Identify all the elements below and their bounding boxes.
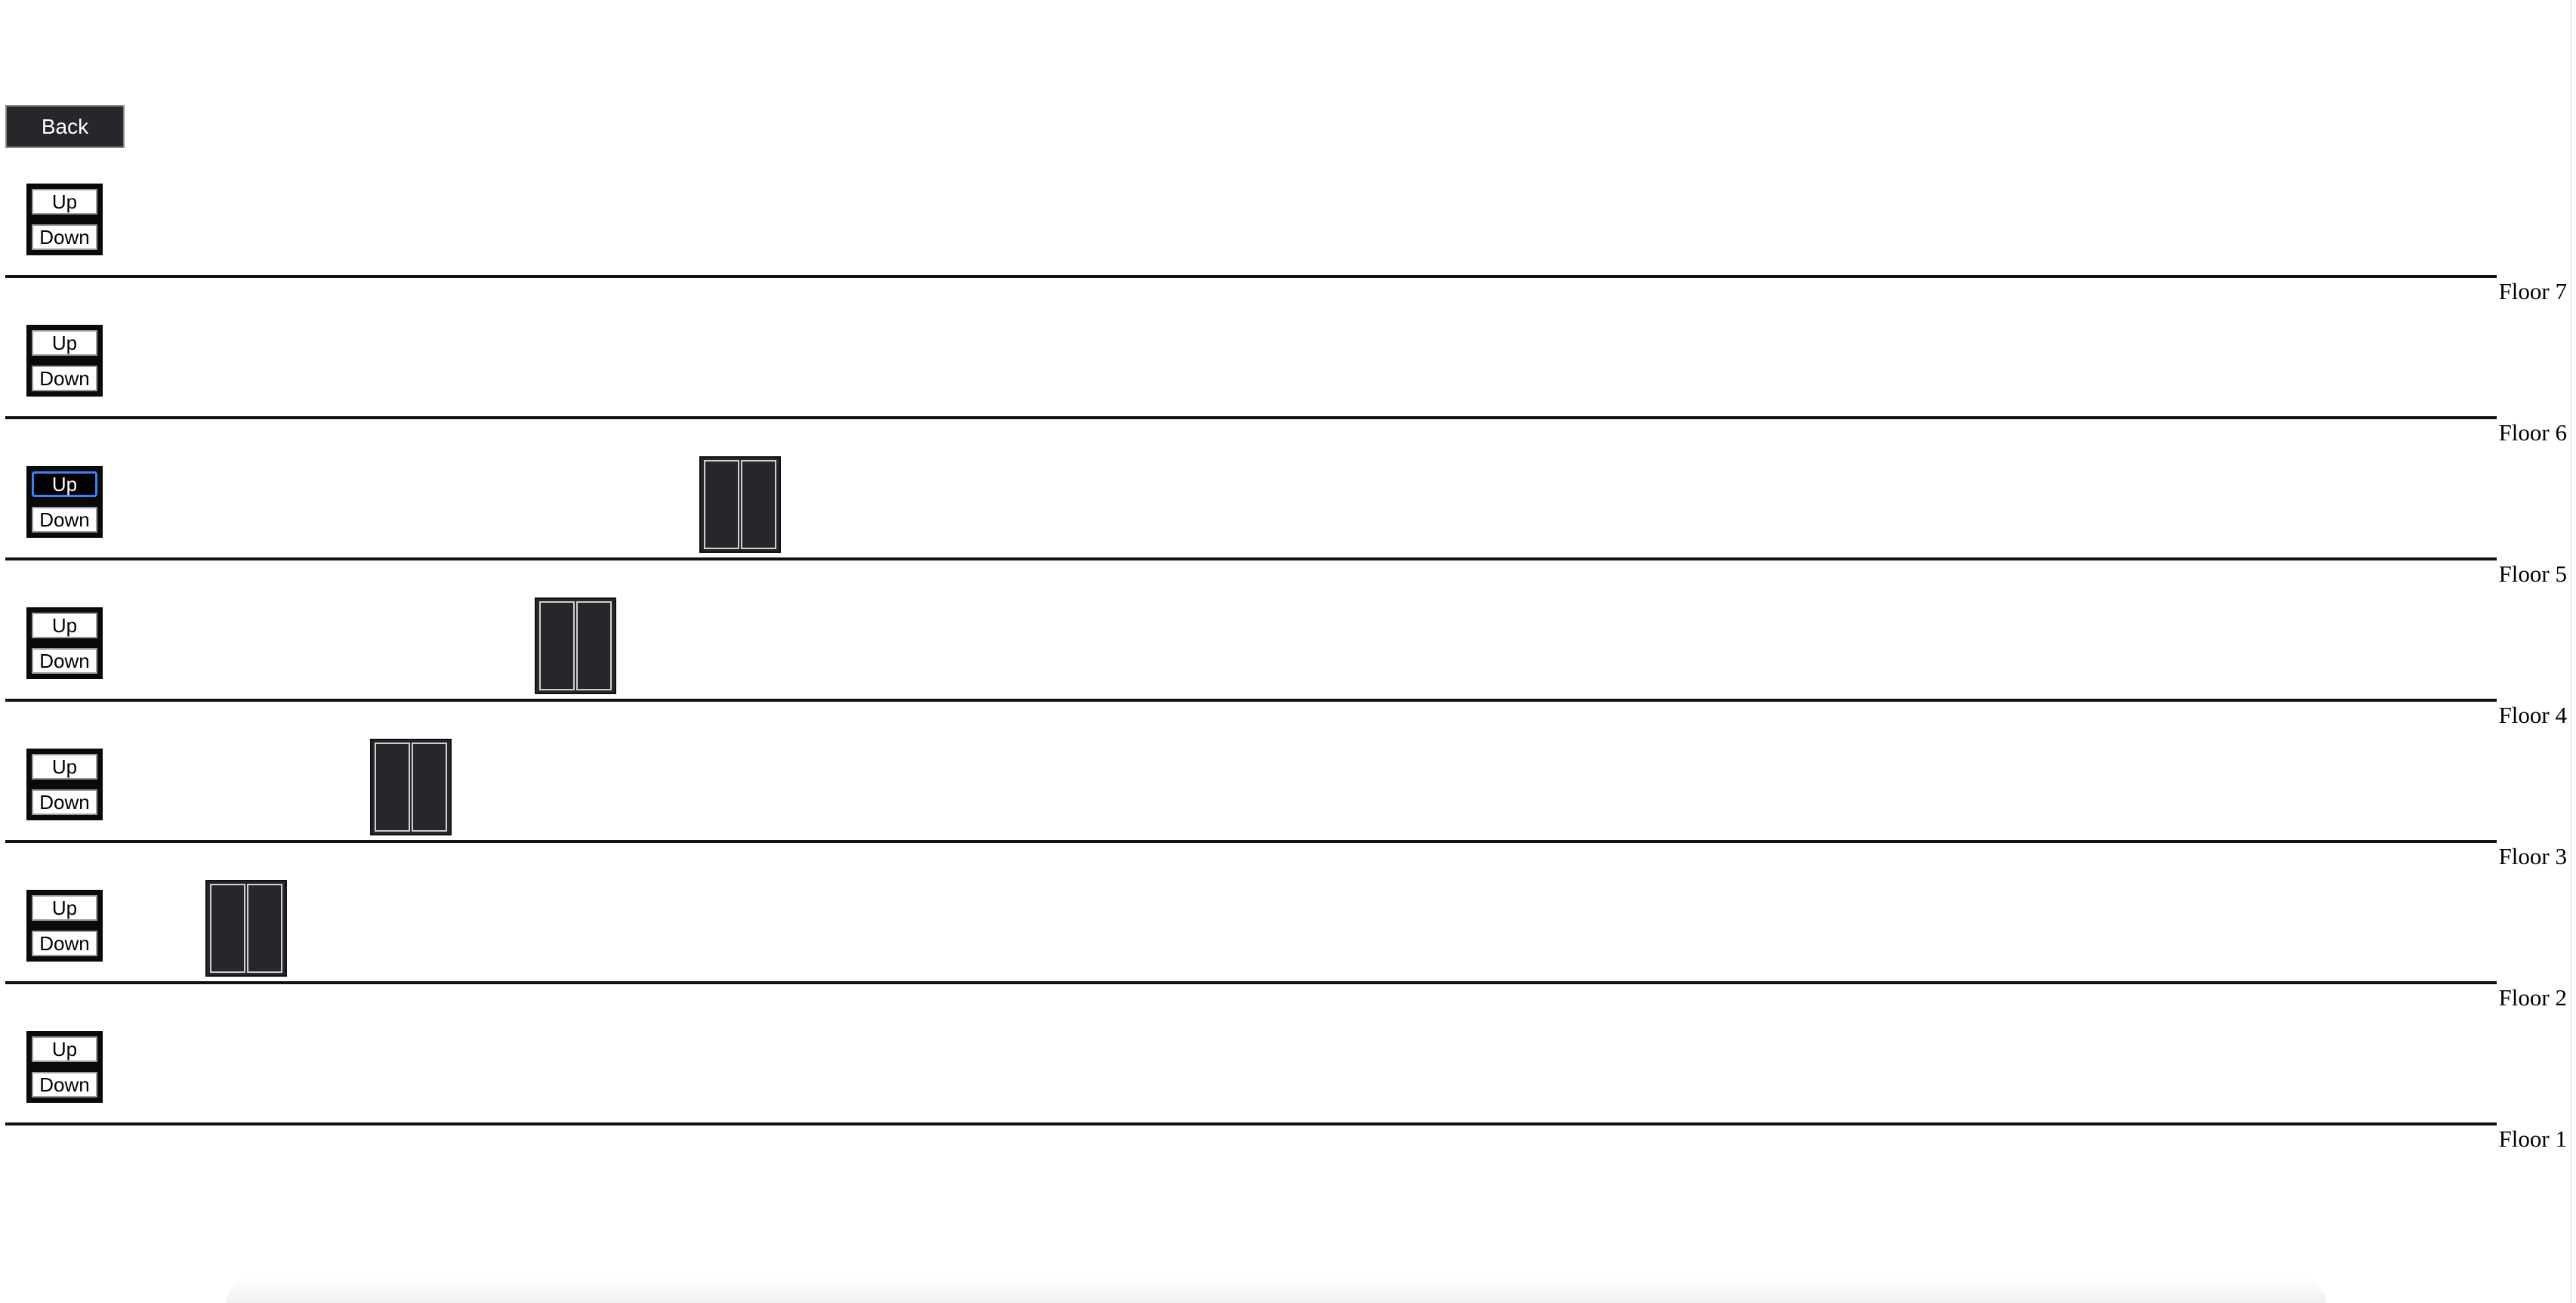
elevator-car-2: [370, 739, 452, 835]
call-up-button-floor-5[interactable]: Up: [32, 471, 97, 497]
call-panel-floor-1: Up Down: [26, 1031, 103, 1103]
call-panel-floor-7: Up Down: [26, 184, 103, 255]
elevator-car-4: [699, 456, 781, 553]
call-panel-floor-3: Up Down: [26, 749, 103, 820]
elevator-car-3: [535, 597, 616, 694]
call-up-button-floor-7[interactable]: Up: [32, 189, 97, 215]
elevator-door-left: [539, 601, 575, 690]
floor-divider-4: [5, 699, 2497, 702]
floor-divider-2: [5, 981, 2497, 984]
floor-row-5: Up Down Floor 5: [0, 426, 2576, 587]
call-up-button-floor-1[interactable]: Up: [32, 1036, 97, 1062]
elevator-door-right: [412, 743, 447, 832]
call-down-button-floor-2[interactable]: Down: [32, 931, 97, 956]
elevator-door-left: [375, 743, 410, 832]
floor-divider-1: [5, 1122, 2497, 1125]
call-up-button-floor-2[interactable]: Up: [32, 895, 97, 921]
call-up-button-floor-4[interactable]: Up: [32, 613, 97, 638]
call-panel-floor-5: Up Down: [26, 466, 103, 538]
call-down-button-floor-6[interactable]: Down: [32, 366, 97, 391]
floor-row-1: Up Down Floor 1: [0, 991, 2576, 1152]
floor-divider-3: [5, 840, 2497, 843]
elevator-car-1: [205, 880, 287, 977]
call-down-button-floor-4[interactable]: Down: [32, 648, 97, 674]
floor-row-6: Up Down Floor 6: [0, 285, 2576, 446]
floor-divider-7: [5, 275, 2497, 278]
call-up-button-floor-6[interactable]: Up: [32, 330, 97, 356]
floor-row-4: Up Down Floor 4: [0, 567, 2576, 728]
elevator-door-right: [741, 460, 776, 549]
call-up-button-floor-3[interactable]: Up: [32, 754, 97, 780]
floor-divider-5: [5, 557, 2497, 560]
window-bottom-shadow: [227, 1277, 2326, 1303]
back-button[interactable]: Back: [5, 105, 125, 148]
call-down-button-floor-1[interactable]: Down: [32, 1072, 97, 1098]
floor-label-1: Floor 1: [2498, 1125, 2567, 1152]
elevator-door-left: [210, 884, 245, 973]
call-panel-floor-2: Up Down: [26, 890, 103, 962]
call-panel-floor-6: Up Down: [26, 325, 103, 397]
elevator-door-right: [576, 601, 612, 690]
call-panel-floor-4: Up Down: [26, 607, 103, 679]
call-down-button-floor-3[interactable]: Down: [32, 789, 97, 815]
floor-row-7: Up Down Floor 7: [0, 144, 2576, 304]
floor-row-2: Up Down Floor 2: [0, 850, 2576, 1011]
elevator-door-right: [247, 884, 282, 973]
call-down-button-floor-7[interactable]: Down: [32, 224, 97, 250]
call-down-button-floor-5[interactable]: Down: [32, 507, 97, 533]
floor-divider-6: [5, 416, 2497, 419]
elevator-door-left: [704, 460, 739, 549]
